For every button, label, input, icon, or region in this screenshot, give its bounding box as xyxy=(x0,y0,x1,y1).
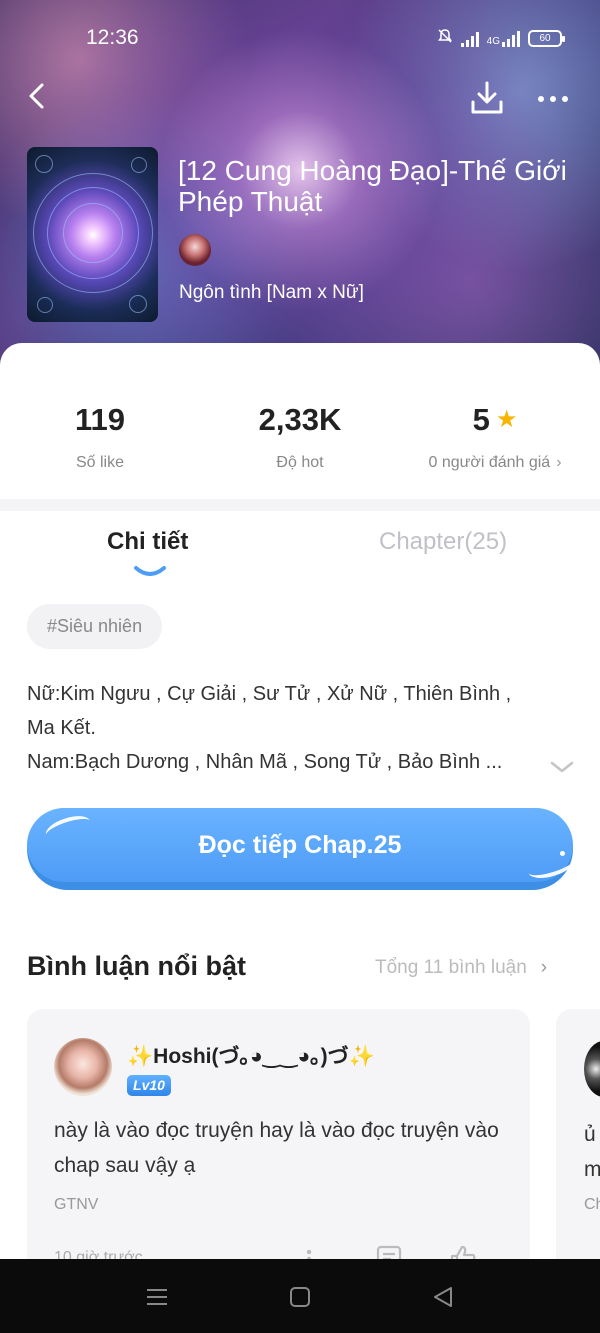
back-triangle-icon[interactable] xyxy=(429,1283,457,1311)
stat-hot-label: Độ hot xyxy=(276,454,324,471)
comment-text: này là vào đọc truyện hay là vào đọc tru… xyxy=(54,1119,499,1177)
stat-likes-value: 119 xyxy=(74,402,125,437)
hero-background: 12:36 4G 60 [12 Cung Hoàng Đạo]-Thế Giới… xyxy=(0,0,600,370)
story-description: Nữ:Kim Ngưu , Cự Giải , Sư Tử , Xử Nữ , … xyxy=(27,677,567,779)
description-line: Nam:Bạch Dương , Nhân Mã , Song Tử , Bảo… xyxy=(27,751,503,773)
tab-chapters[interactable]: Chapter(25) xyxy=(379,528,507,556)
status-icons: 4G 60 xyxy=(437,28,565,49)
tab-details[interactable]: Chi tiết xyxy=(107,528,188,556)
continue-reading-label: Đọc tiếp Chap.25 xyxy=(198,831,402,859)
comment-chapter-tag: Ch xyxy=(584,1196,600,1213)
stat-likes: 119 Số like xyxy=(50,402,150,472)
stat-likes-label: Số like xyxy=(75,454,125,471)
signal-icon xyxy=(460,31,479,47)
bell-off-icon xyxy=(437,28,453,49)
download-icon xyxy=(471,81,503,114)
level-badge: Lv10 xyxy=(127,1075,171,1096)
description-line: Ma Kết. xyxy=(27,717,96,739)
system-navigation-bar xyxy=(0,1259,600,1333)
more-dots-icon xyxy=(538,96,544,102)
comment-text: ủm xyxy=(584,1123,600,1181)
tab-indicator xyxy=(134,566,166,576)
continue-reading-button[interactable]: Đọc tiếp Chap.25 xyxy=(27,808,580,890)
comments-total: Tổng 11 bình luận xyxy=(375,957,527,978)
stat-rating[interactable]: 5 ★ 0 người đánh giá › xyxy=(410,402,580,472)
commenter-name: ✨Hoshi(づ｡◕‿‿◕｡)づ✨ xyxy=(127,1045,375,1068)
stat-hot: 2,33K Độ hot xyxy=(230,402,370,472)
battery-icon: 60 xyxy=(528,30,565,47)
status-time: 12:36 xyxy=(86,26,139,49)
stat-rating-value: 5 xyxy=(472,402,490,437)
commenter-avatar[interactable] xyxy=(584,1041,600,1097)
signal-4g-icon: 4G xyxy=(486,30,520,47)
stat-rating-label: 0 người đánh giá xyxy=(428,454,551,471)
comment-card[interactable]: ủm Ch xyxy=(556,1009,600,1299)
comment-card[interactable]: ✨Hoshi(づ｡◕‿‿◕｡)づ✨ Lv10 này là vào đọc tr… xyxy=(27,1009,530,1299)
comments-section-title: Bình luận nổi bật xyxy=(27,951,246,981)
more-button[interactable] xyxy=(534,90,572,108)
back-button[interactable] xyxy=(22,80,54,112)
story-cover-image xyxy=(27,147,158,322)
story-detail-screen: 12:36 4G 60 [12 Cung Hoàng Đạo]-Thế Giới… xyxy=(0,0,600,1333)
commenter-avatar[interactable] xyxy=(54,1038,112,1096)
all-comments-link[interactable]: Tổng 11 bình luận › xyxy=(375,957,547,979)
home-square-icon[interactable] xyxy=(286,1283,314,1311)
genre-tag[interactable]: #Siêu nhiên xyxy=(27,604,163,649)
section-divider xyxy=(0,499,600,511)
chevron-left-icon xyxy=(29,83,44,109)
chevron-right-icon: › xyxy=(540,957,548,978)
star-icon: ★ xyxy=(495,406,518,433)
status-bar: 12:36 4G 60 xyxy=(0,22,600,56)
expand-chevron-icon[interactable] xyxy=(549,759,575,775)
author-avatar[interactable] xyxy=(179,234,211,266)
download-button[interactable] xyxy=(470,80,504,116)
menu-icon[interactable] xyxy=(143,1283,171,1311)
story-genre: Ngôn tình [Nam x Nữ] xyxy=(179,282,364,303)
chevron-right-icon: › xyxy=(556,454,562,471)
comment-chapter-tag: GTNV xyxy=(54,1196,99,1213)
story-title: [12 Cung Hoàng Đạo]-Thế Giới Phép Thuật xyxy=(178,155,567,217)
description-line: Nữ:Kim Ngưu , Cự Giải , Sư Tử , Xử Nữ , … xyxy=(27,683,512,705)
stat-hot-value: 2,33K xyxy=(258,402,342,437)
network-label: 4G xyxy=(486,35,500,47)
